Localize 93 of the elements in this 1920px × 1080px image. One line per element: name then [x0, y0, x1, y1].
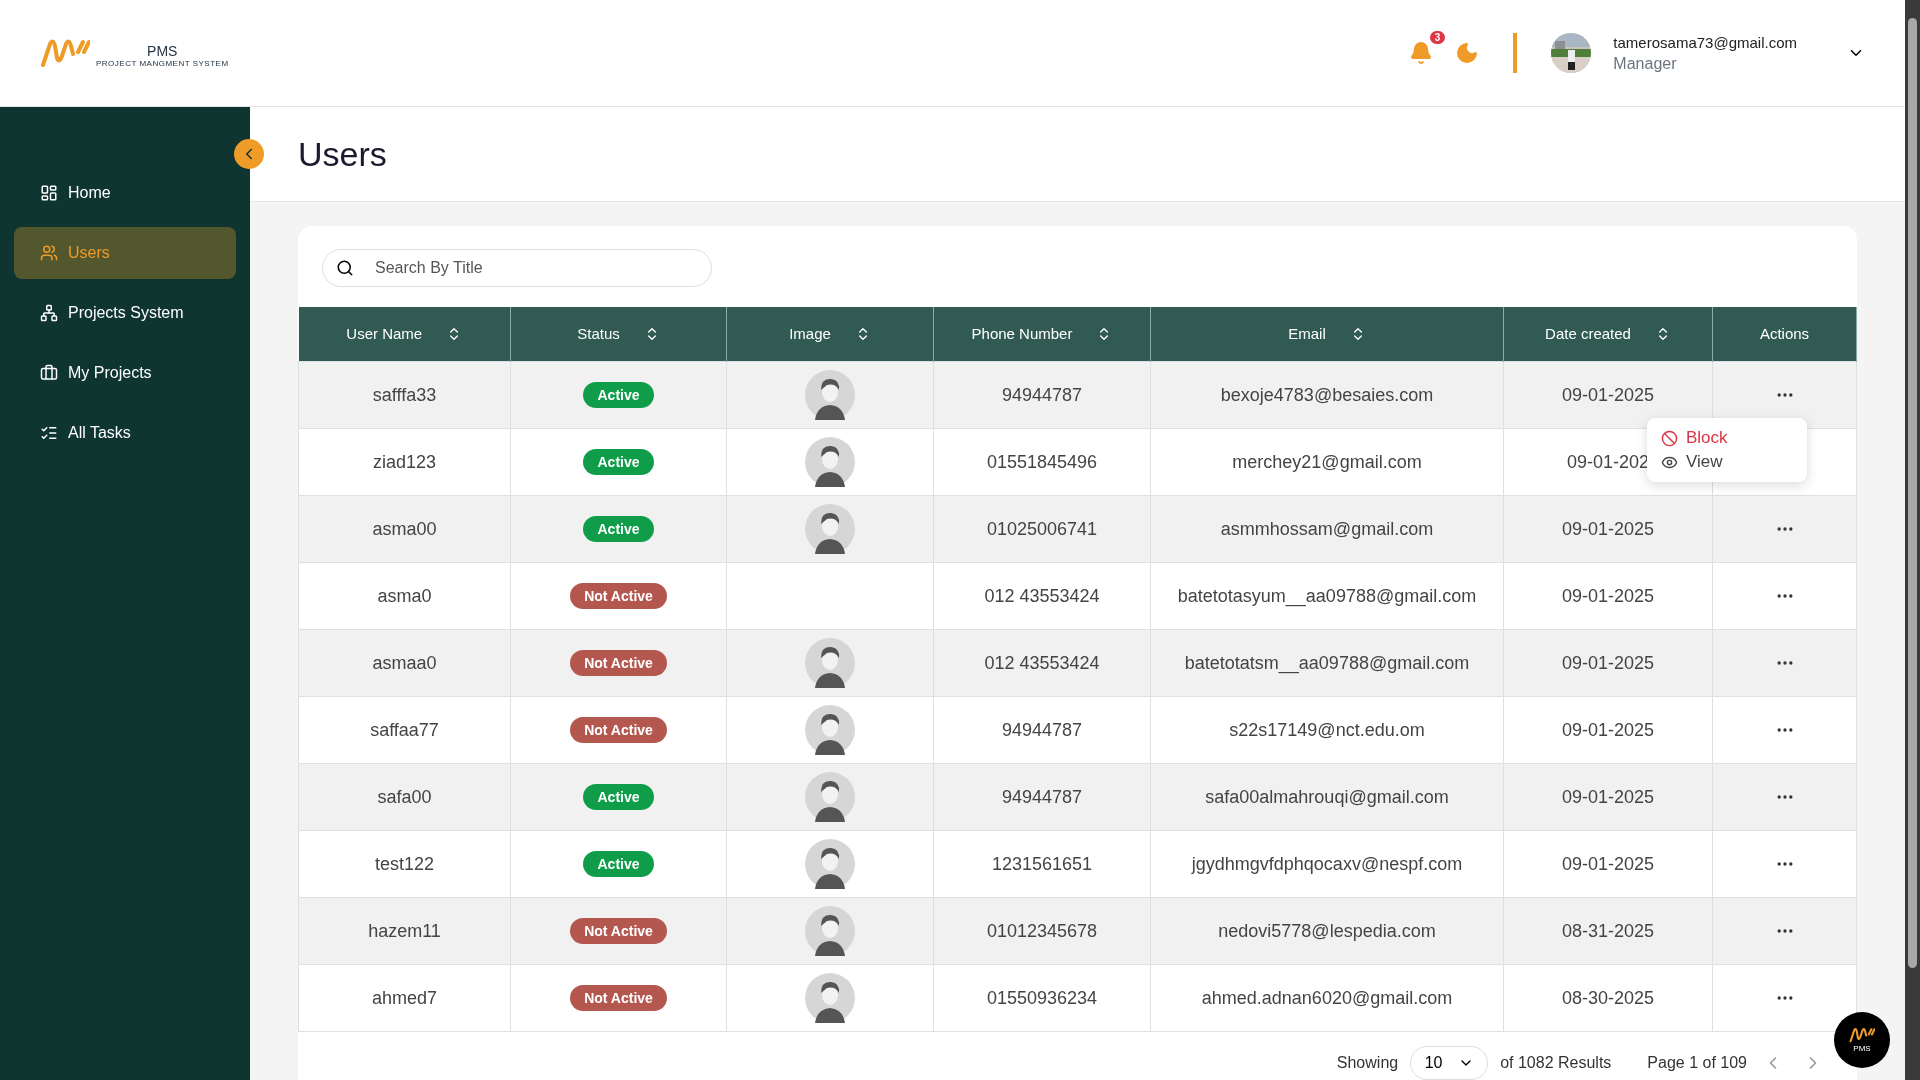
table-cell: 01551845496 [933, 428, 1151, 496]
checklist-icon [40, 424, 58, 442]
column-header[interactable]: User Name [298, 306, 511, 362]
table-cell: 01025006741 [933, 495, 1151, 563]
menu-item[interactable]: Block [1661, 428, 1793, 448]
table-cell: 01012345678 [933, 897, 1151, 965]
avatar-icon [805, 839, 855, 889]
collapse-sidebar-button[interactable] [234, 139, 264, 169]
column-header[interactable]: Image [726, 306, 934, 362]
column-header[interactable]: Email [1150, 306, 1504, 362]
logo-name: PMS [147, 43, 178, 59]
logo-icon [40, 38, 90, 68]
table-cell: safa00almahrouqi@gmail.com [1150, 763, 1504, 831]
block-icon [1661, 429, 1678, 447]
showing-label: Showing [1336, 1054, 1399, 1072]
table-cell: asma0 [298, 562, 511, 630]
users-icon [40, 244, 58, 262]
briefcase-icon [40, 364, 58, 382]
logo-subtitle: PROJECT MANGMENT SYSTEM [96, 59, 229, 68]
column-header[interactable]: Date created [1503, 306, 1713, 362]
scrollbar[interactable] [1905, 0, 1920, 1080]
user-email: tamerosama73@gmail.com [1613, 33, 1797, 51]
table-cell: jgydhmgvfdphqocaxv@nespf.com [1150, 830, 1504, 898]
status-badge: Active [583, 516, 654, 542]
status-badge: Not Active [570, 583, 667, 609]
column-header[interactable]: Phone Number [933, 306, 1151, 362]
sidebar-item[interactable]: All Tasks [14, 407, 236, 459]
logo-icon [1849, 1027, 1875, 1043]
table-cell: 08-30-2025 [1503, 964, 1713, 1032]
table-cell: s22s17149@nct.edu.om [1150, 696, 1504, 764]
table-cell: ahmed.adnan6020@gmail.com [1150, 964, 1504, 1032]
table-cell: 012 43553424 [933, 562, 1151, 630]
results-count: of 1082 Results [1500, 1054, 1612, 1072]
avatar-icon [805, 772, 855, 822]
avatar-icon [805, 973, 855, 1023]
status-badge: Not Active [570, 918, 667, 944]
table-cell: saffaa77 [298, 696, 511, 764]
table-cell: 1231561651 [933, 830, 1151, 898]
table-cell: bexoje4783@besaies.com [1150, 361, 1504, 429]
sidebar-item[interactable]: Home [14, 167, 236, 219]
table-cell: 94944787 [933, 763, 1151, 831]
status-badge: Not Active [570, 985, 667, 1011]
table-cell: asmmhossam@gmail.com [1150, 495, 1504, 563]
scrollbar-thumb[interactable] [1908, 18, 1917, 968]
sidebar-item[interactable]: My Projects [14, 347, 236, 399]
table-cell: merchey21@gmail.com [1150, 428, 1504, 496]
table-cell: asma00 [298, 495, 511, 563]
status-badge: Active [583, 449, 654, 475]
table-cell: safa00 [298, 763, 511, 831]
table-cell: 94944787 [933, 696, 1151, 764]
table-cell: 01550936234 [933, 964, 1151, 1032]
status-badge: Active [583, 784, 654, 810]
table-cell: test122 [298, 830, 511, 898]
menu-item[interactable]: View [1661, 452, 1793, 472]
avatar-icon [805, 504, 855, 554]
page-title: Users [298, 134, 387, 174]
table-cell: ziad123 [298, 428, 511, 496]
status-badge: Active [583, 382, 654, 408]
avatar-icon [805, 370, 855, 420]
table-cell: 08-31-2025 [1503, 897, 1713, 965]
hierarchy-icon [40, 304, 58, 322]
avatar-icon [805, 638, 855, 688]
table-cell: batetotatsm__aa09788@gmail.com [1150, 629, 1504, 697]
avatar-icon [805, 705, 855, 755]
table-cell: asmaa0 [298, 629, 511, 697]
table-cell: 09-01-2025 [1503, 696, 1713, 764]
table-cell: batetotasyum__aa09788@gmail.com [1150, 562, 1504, 630]
page-size-select[interactable]: 10 [1410, 1046, 1489, 1080]
table-cell: ahmed7 [298, 964, 511, 1032]
notification-badge: 3 [1429, 31, 1446, 44]
status-badge: Active [583, 851, 654, 877]
column-header: Actions [1712, 306, 1857, 362]
search-icon [336, 259, 354, 277]
sidebar-item[interactable]: Projects System [14, 287, 236, 339]
status-badge: Not Active [570, 650, 667, 676]
table-cell: 09-01-2025 [1503, 629, 1713, 697]
dashboard-icon [40, 184, 58, 202]
table-cell: 012 43553424 [933, 629, 1151, 697]
page-indicator: Page 1 of 109 [1647, 1054, 1747, 1072]
table-cell: 09-01-2025 [1503, 763, 1713, 831]
table-cell: 09-01-2025 [1503, 495, 1713, 563]
table-cell: 94944787 [933, 361, 1151, 429]
search-field[interactable]: Search By Title [322, 249, 712, 287]
avatar-icon [805, 437, 855, 487]
avatar-icon [805, 906, 855, 956]
status-badge: Not Active [570, 717, 667, 743]
table-cell: nedovi5778@lespedia.com [1150, 897, 1504, 965]
user-role: Manager [1613, 54, 1678, 73]
table-cell: hazem11 [298, 897, 511, 965]
table-cell: 09-01-2025 [1503, 562, 1713, 630]
column-header[interactable]: Status [510, 306, 727, 362]
table-cell: 09-01-2025 [1503, 830, 1713, 898]
table-cell: safffa33 [298, 361, 511, 429]
